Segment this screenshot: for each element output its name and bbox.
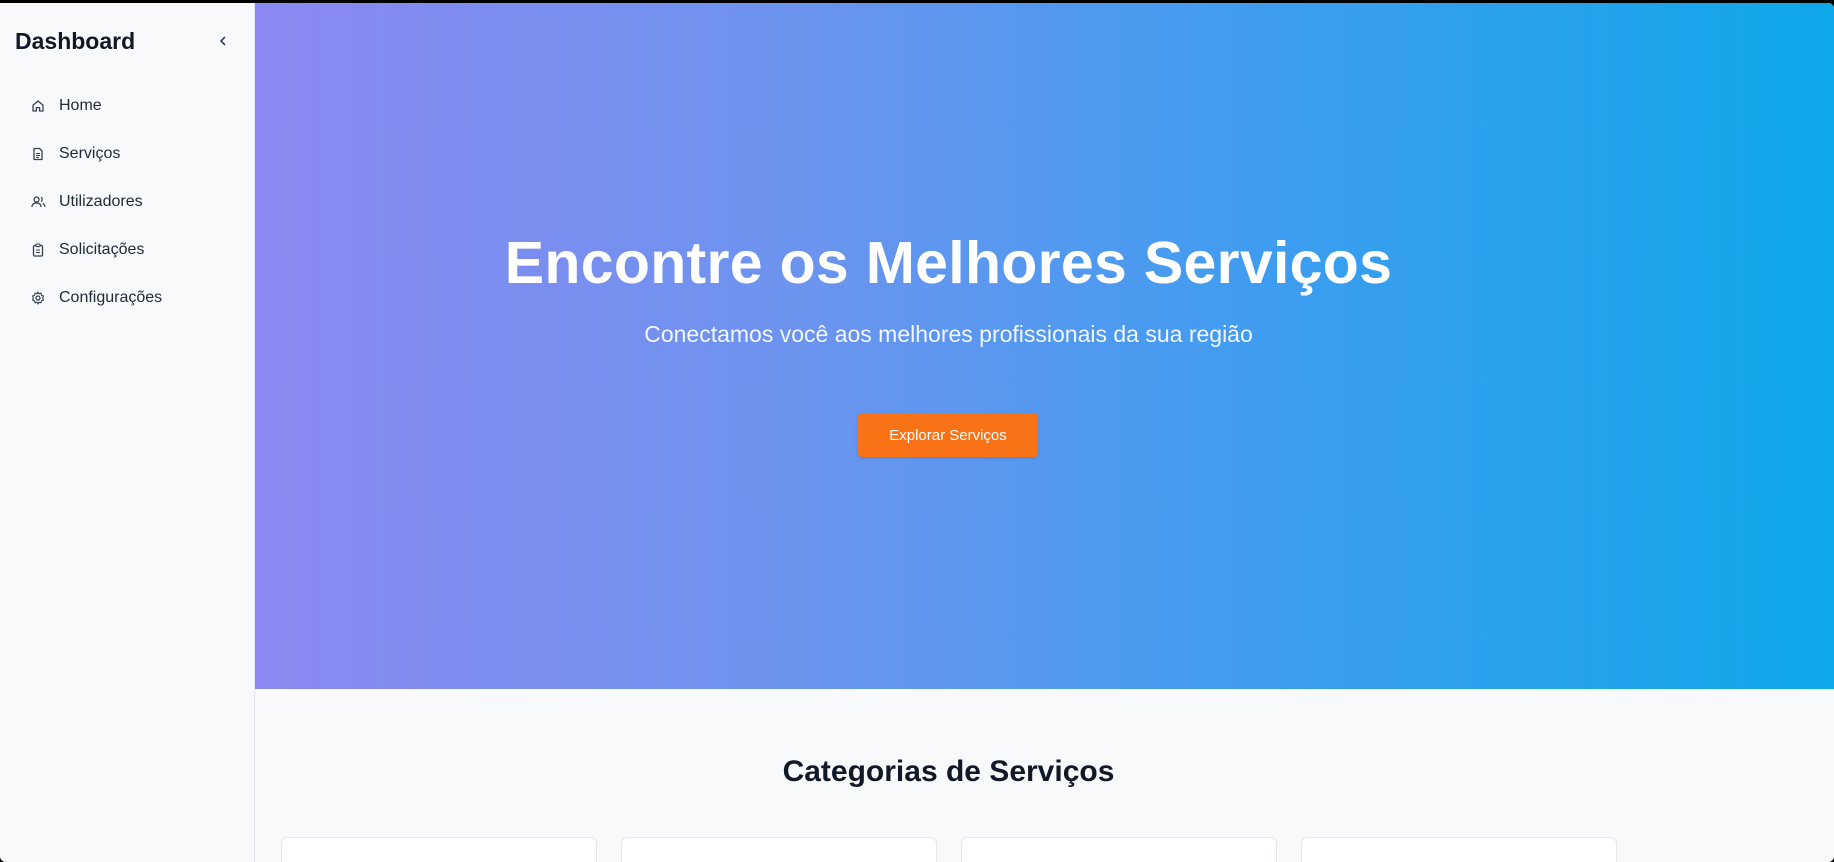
explore-services-button[interactable]: Explorar Serviços bbox=[858, 413, 1038, 457]
sidebar: Dashboard Home Serviços Utilizadores Sol… bbox=[0, 3, 255, 862]
app-window: Dashboard Home Serviços Utilizadores Sol… bbox=[0, 3, 1834, 862]
sidebar-header: Dashboard bbox=[15, 23, 245, 63]
sidebar-nav: Home Serviços Utilizadores Solicitações bbox=[20, 82, 240, 322]
sidebar-item-label: Utilizadores bbox=[59, 193, 143, 210]
sidebar-item-servicos[interactable]: Serviços bbox=[20, 130, 240, 178]
hero-title: Encontre os Melhores Serviços bbox=[504, 230, 1393, 296]
category-card[interactable] bbox=[961, 837, 1277, 862]
hero-subtitle: Conectamos você aos melhores profissiona… bbox=[644, 321, 1253, 347]
category-card[interactable] bbox=[1301, 837, 1617, 862]
sidebar-item-label: Home bbox=[59, 97, 102, 114]
sidebar-title: Dashboard bbox=[15, 28, 136, 54]
categories-title: Categorias de Serviços bbox=[782, 755, 1115, 788]
sidebar-item-solicitacoes[interactable]: Solicitações bbox=[20, 226, 240, 274]
clipboard-icon bbox=[30, 242, 46, 258]
gear-icon bbox=[30, 290, 46, 306]
category-card[interactable] bbox=[281, 837, 597, 862]
category-cards bbox=[281, 837, 1617, 862]
sidebar-item-home[interactable]: Home bbox=[20, 82, 240, 130]
category-card[interactable] bbox=[621, 837, 937, 862]
home-icon bbox=[30, 98, 46, 114]
sidebar-item-configuracoes[interactable]: Configurações bbox=[20, 274, 240, 322]
document-icon bbox=[30, 146, 46, 162]
users-icon bbox=[30, 194, 46, 210]
chevron-left-icon bbox=[217, 35, 229, 47]
collapse-sidebar-button[interactable] bbox=[211, 29, 235, 53]
sidebar-item-label: Serviços bbox=[59, 145, 121, 162]
hero-banner: Encontre os Melhores Serviços Conectamos… bbox=[255, 3, 1834, 689]
main-content: Encontre os Melhores Serviços Conectamos… bbox=[255, 3, 1834, 862]
sidebar-item-label: Configurações bbox=[59, 289, 163, 306]
sidebar-item-label: Solicitações bbox=[59, 241, 145, 258]
sidebar-item-utilizadores[interactable]: Utilizadores bbox=[20, 178, 240, 226]
